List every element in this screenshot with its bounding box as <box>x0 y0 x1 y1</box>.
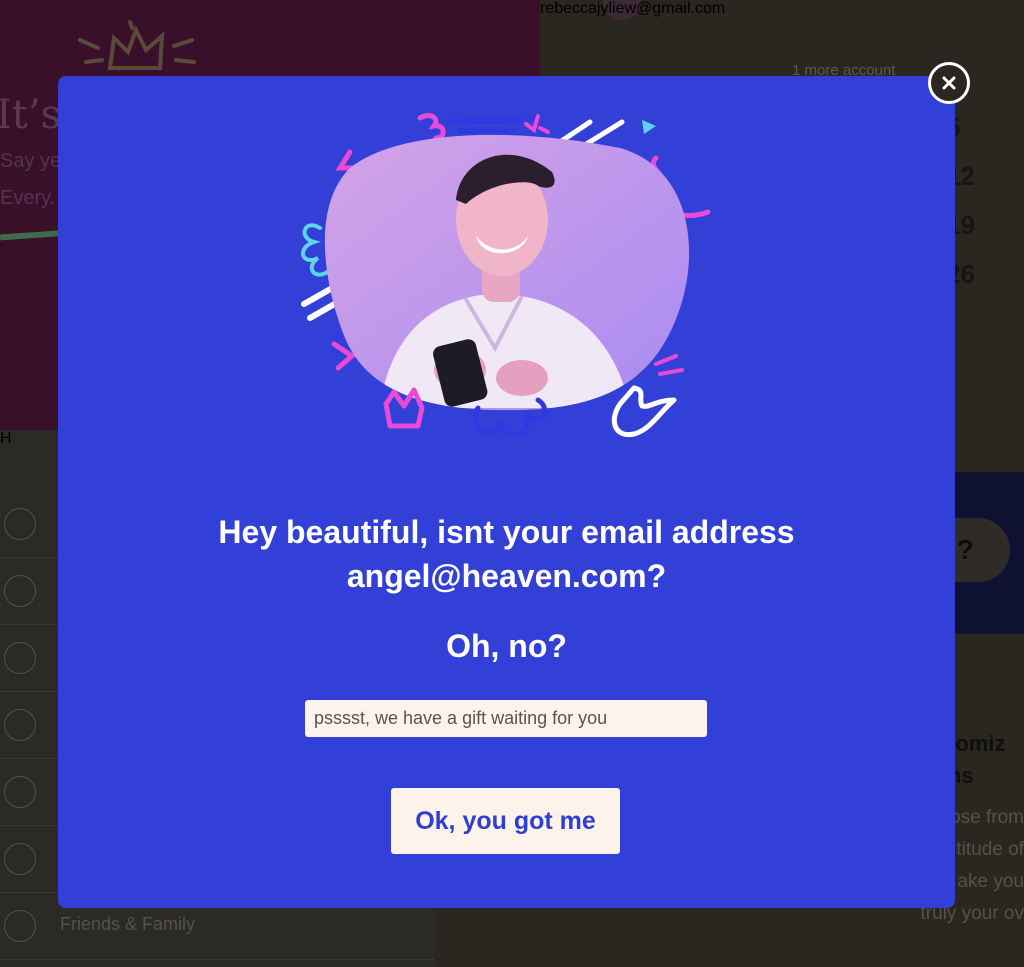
modal-title-line: angel@heaven.com? <box>346 558 667 594</box>
radio-button[interactable] <box>4 910 36 942</box>
customize-heading-line: tomiz <box>948 731 1006 756</box>
radio-button[interactable] <box>4 642 36 674</box>
modal-question: Oh, no? <box>446 628 567 664</box>
close-button[interactable] <box>928 62 970 104</box>
radio-button[interactable] <box>4 843 36 875</box>
close-icon <box>942 76 956 90</box>
background-headline: It’s <box>0 92 62 138</box>
radio-button[interactable] <box>4 709 36 741</box>
modal-title: Hey beautiful, isnt your email address a… <box>58 510 955 598</box>
confirm-button[interactable]: Ok, you got me <box>391 788 620 854</box>
radio-button[interactable] <box>4 575 36 607</box>
list-header: H <box>0 430 12 447</box>
background-subtext: Every. <box>0 187 56 209</box>
email-input[interactable] <box>305 700 707 737</box>
account-email: rebeccajyliew@gmail.com <box>540 0 726 17</box>
list-item-label: Friends & Family <box>60 914 196 934</box>
radio-button[interactable] <box>4 508 36 540</box>
modal-title-line: Hey beautiful, isnt your email address <box>218 514 795 550</box>
customize-heading-line: ns <box>948 763 974 788</box>
radio-button[interactable] <box>4 776 36 808</box>
customize-heading: tomiz ns <box>948 728 1005 792</box>
crown-doodle-icon <box>78 20 196 70</box>
hero-illustration <box>301 113 711 438</box>
background-subtext: Say ye <box>0 150 62 172</box>
